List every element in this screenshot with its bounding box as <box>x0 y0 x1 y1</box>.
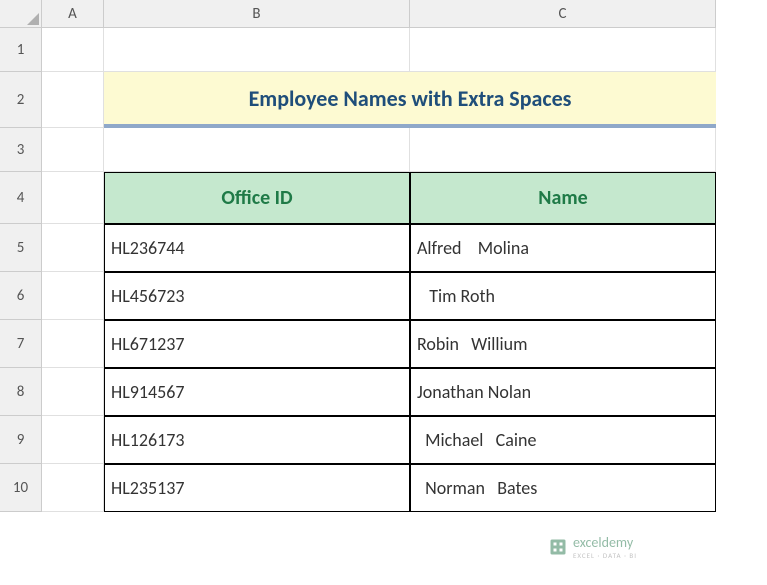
cell-a7[interactable] <box>42 320 104 368</box>
cell-a9[interactable] <box>42 416 104 464</box>
table-row[interactable]: Jonathan Nolan <box>410 368 716 416</box>
table-row[interactable]: Alfred Molina <box>410 224 716 272</box>
cell-a6[interactable] <box>42 272 104 320</box>
table-header-id[interactable]: Office ID <box>104 172 410 224</box>
row-header-9[interactable]: 9 <box>0 416 42 464</box>
row-header-1[interactable]: 1 <box>0 28 42 72</box>
watermark-text: exceldemy <box>573 534 633 551</box>
spreadsheet-grid: A B C 1 2 Employee Names with Extra Spac… <box>0 0 767 512</box>
col-header-b[interactable]: B <box>104 0 410 28</box>
cell-a5[interactable] <box>42 224 104 272</box>
cell-b3[interactable] <box>104 128 410 172</box>
table-row[interactable]: Norman Bates <box>410 464 716 512</box>
select-all-corner[interactable] <box>0 0 42 28</box>
cell-a8[interactable] <box>42 368 104 416</box>
row-header-2[interactable]: 2 <box>0 72 42 128</box>
table-row[interactable]: HL126173 <box>104 416 410 464</box>
col-header-a[interactable]: A <box>42 0 104 28</box>
table-row[interactable]: Michael Caine <box>410 416 716 464</box>
row-header-6[interactable]: 6 <box>0 272 42 320</box>
cell-c3[interactable] <box>410 128 716 172</box>
cell-b1[interactable] <box>104 28 410 72</box>
cell-a1[interactable] <box>42 28 104 72</box>
table-row[interactable]: Tim Roth <box>410 272 716 320</box>
table-row[interactable]: HL456723 <box>104 272 410 320</box>
cell-a3[interactable] <box>42 128 104 172</box>
table-row[interactable]: HL671237 <box>104 320 410 368</box>
row-header-5[interactable]: 5 <box>0 224 42 272</box>
cell-a2[interactable] <box>42 72 104 128</box>
row-header-7[interactable]: 7 <box>0 320 42 368</box>
table-header-name[interactable]: Name <box>410 172 716 224</box>
row-header-3[interactable]: 3 <box>0 128 42 172</box>
row-header-10[interactable]: 10 <box>0 464 42 512</box>
cell-a4[interactable] <box>42 172 104 224</box>
table-row[interactable]: HL914567 <box>104 368 410 416</box>
title-cell[interactable]: Employee Names with Extra Spaces <box>104 72 716 128</box>
col-header-c[interactable]: C <box>410 0 716 28</box>
watermark: exceldemy EXCEL · DATA · BI <box>549 534 637 560</box>
table-row[interactable]: HL235137 <box>104 464 410 512</box>
row-header-4[interactable]: 4 <box>0 172 42 224</box>
watermark-subtitle: EXCEL · DATA · BI <box>573 551 637 560</box>
logo-icon <box>549 538 567 556</box>
table-row[interactable]: HL236744 <box>104 224 410 272</box>
cell-a10[interactable] <box>42 464 104 512</box>
row-header-8[interactable]: 8 <box>0 368 42 416</box>
cell-c1[interactable] <box>410 28 716 72</box>
table-row[interactable]: Robin Willium <box>410 320 716 368</box>
